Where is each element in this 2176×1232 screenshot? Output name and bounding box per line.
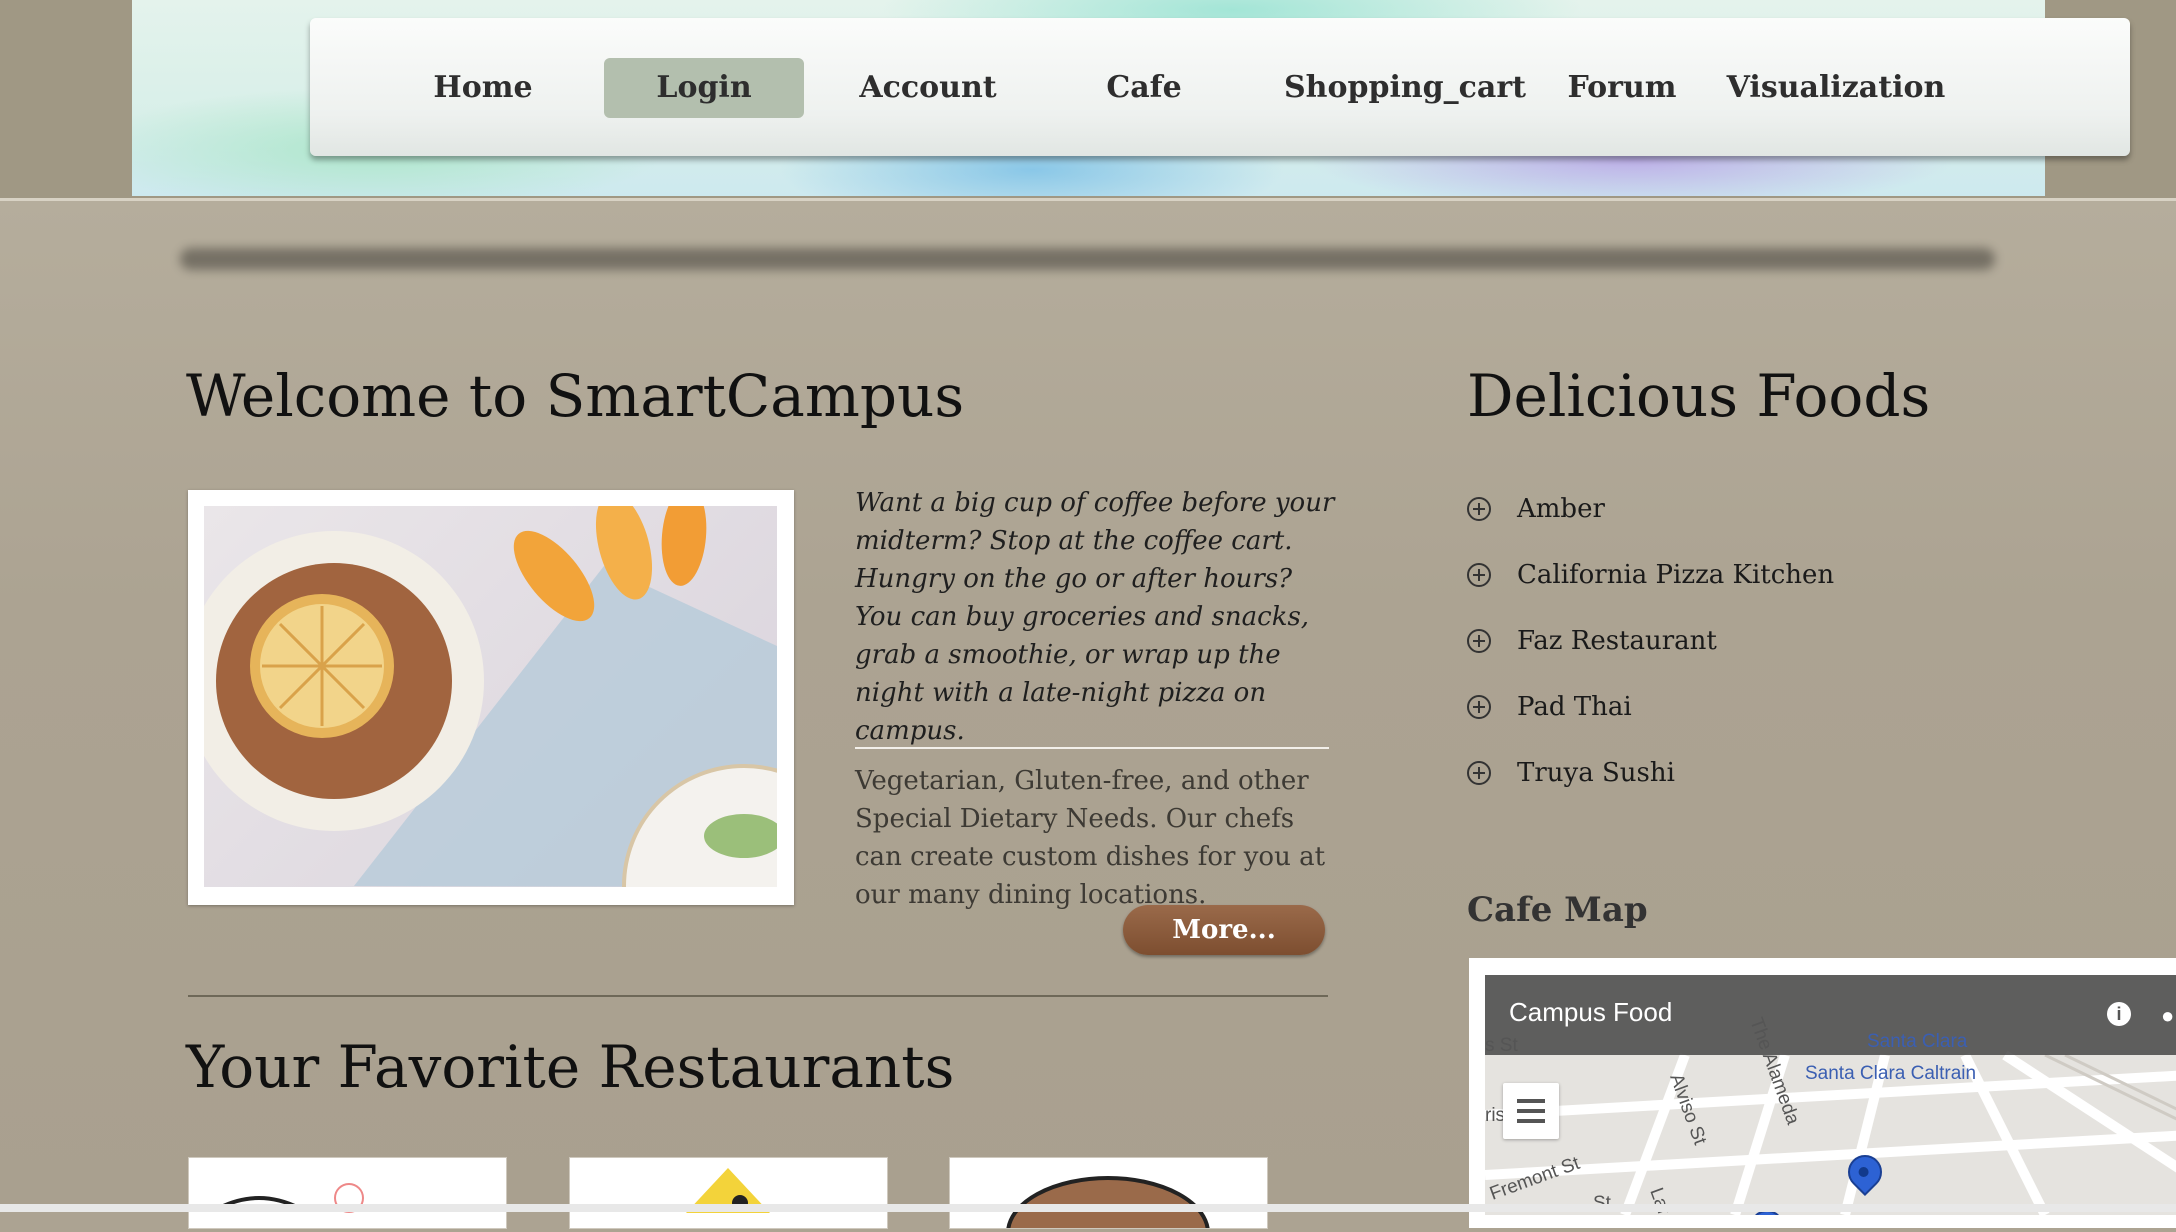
expand-plus-icon[interactable] [1467, 761, 1491, 785]
expand-plus-icon[interactable] [1467, 695, 1491, 719]
map-header-bar: Campus Food i ● [1485, 975, 2176, 1055]
foods-list: Amber California Pizza Kitchen Faz Resta… [1467, 476, 1834, 806]
map-list-icon[interactable] [1503, 1083, 1559, 1139]
header-band: Home Login Account Cafe Shopping_cart Fo… [0, 0, 2176, 201]
map-place-label: Santa Clara [1867, 1031, 1968, 1052]
food-item-pad-thai[interactable]: Pad Thai [1467, 674, 1834, 740]
cafe-map-heading: Cafe Map [1467, 890, 1648, 930]
map-transit-label: Santa Clara Caltrain [1805, 1063, 1977, 1084]
food-item-label[interactable]: Amber [1517, 494, 1605, 524]
nav-forum[interactable]: Forum [1542, 58, 1702, 118]
restaurant-card[interactable] [569, 1157, 888, 1229]
welcome-heading: Welcome to SmartCampus [186, 362, 965, 430]
map-street-label: s St [1485, 1035, 1518, 1056]
cafe-map-frame: Campus Food i ● s St ris Santa Clara San… [1469, 958, 2176, 1228]
favorite-restaurants-heading: Your Favorite Restaurants [186, 1033, 955, 1101]
nav-home[interactable]: Home [398, 58, 568, 118]
restaurant-card[interactable] [188, 1157, 507, 1229]
section-divider [855, 747, 1329, 749]
more-button[interactable]: More... [1123, 905, 1325, 955]
decorative-shadow-bar [180, 248, 1995, 270]
expand-plus-icon[interactable] [1467, 563, 1491, 587]
delicious-foods-heading: Delicious Foods [1467, 362, 1931, 430]
content-divider [188, 995, 1328, 997]
restaurant-card[interactable] [949, 1157, 1268, 1232]
dietary-needs-text: Vegetarian, Gluten-free, and other Speci… [855, 766, 1326, 910]
embedded-map[interactable]: Campus Food i ● s St ris Santa Clara San… [1485, 975, 2176, 1215]
expand-plus-icon[interactable] [1467, 497, 1491, 521]
featured-photo-frame [188, 490, 794, 905]
restaurant-logo-icon [686, 1168, 770, 1213]
food-item-faz[interactable]: Faz Restaurant [1467, 608, 1834, 674]
header-banner: Home Login Account Cafe Shopping_cart Fo… [132, 0, 2130, 196]
nav-account[interactable]: Account [828, 58, 1028, 118]
bottom-scroll-strip [0, 1204, 2176, 1212]
tea-lemon-photo [204, 506, 777, 887]
food-item-amber[interactable]: Amber [1467, 476, 1834, 542]
intro-italic-text: Want a big cup of coffee before your mid… [855, 488, 1335, 746]
food-item-label[interactable]: Pad Thai [1517, 692, 1632, 722]
info-icon[interactable]: i [2107, 1002, 2131, 1026]
food-item-truya-sushi[interactable]: Truya Sushi [1467, 740, 1834, 806]
nav-login[interactable]: Login [604, 58, 804, 118]
food-item-label[interactable]: Truya Sushi [1517, 758, 1675, 788]
share-icon[interactable]: ● [2161, 1003, 2174, 1029]
restaurant-logo-icon [1006, 1176, 1210, 1232]
main-nav: Home Login Account Cafe Shopping_cart Fo… [310, 18, 2130, 156]
restaurant-logo-icon [218, 1183, 364, 1213]
expand-plus-icon[interactable] [1467, 629, 1491, 653]
tea-illustration [204, 506, 777, 887]
nav-cafe[interactable]: Cafe [1064, 58, 1224, 118]
food-item-label[interactable]: California Pizza Kitchen [1517, 560, 1834, 590]
nav-visualization[interactable]: Visualization [1716, 58, 1956, 118]
food-item-cpk[interactable]: California Pizza Kitchen [1467, 542, 1834, 608]
food-item-label[interactable]: Faz Restaurant [1517, 626, 1717, 656]
map-title: Campus Food [1509, 997, 1673, 1027]
nav-shopping-cart[interactable]: Shopping_cart [1270, 58, 1540, 118]
